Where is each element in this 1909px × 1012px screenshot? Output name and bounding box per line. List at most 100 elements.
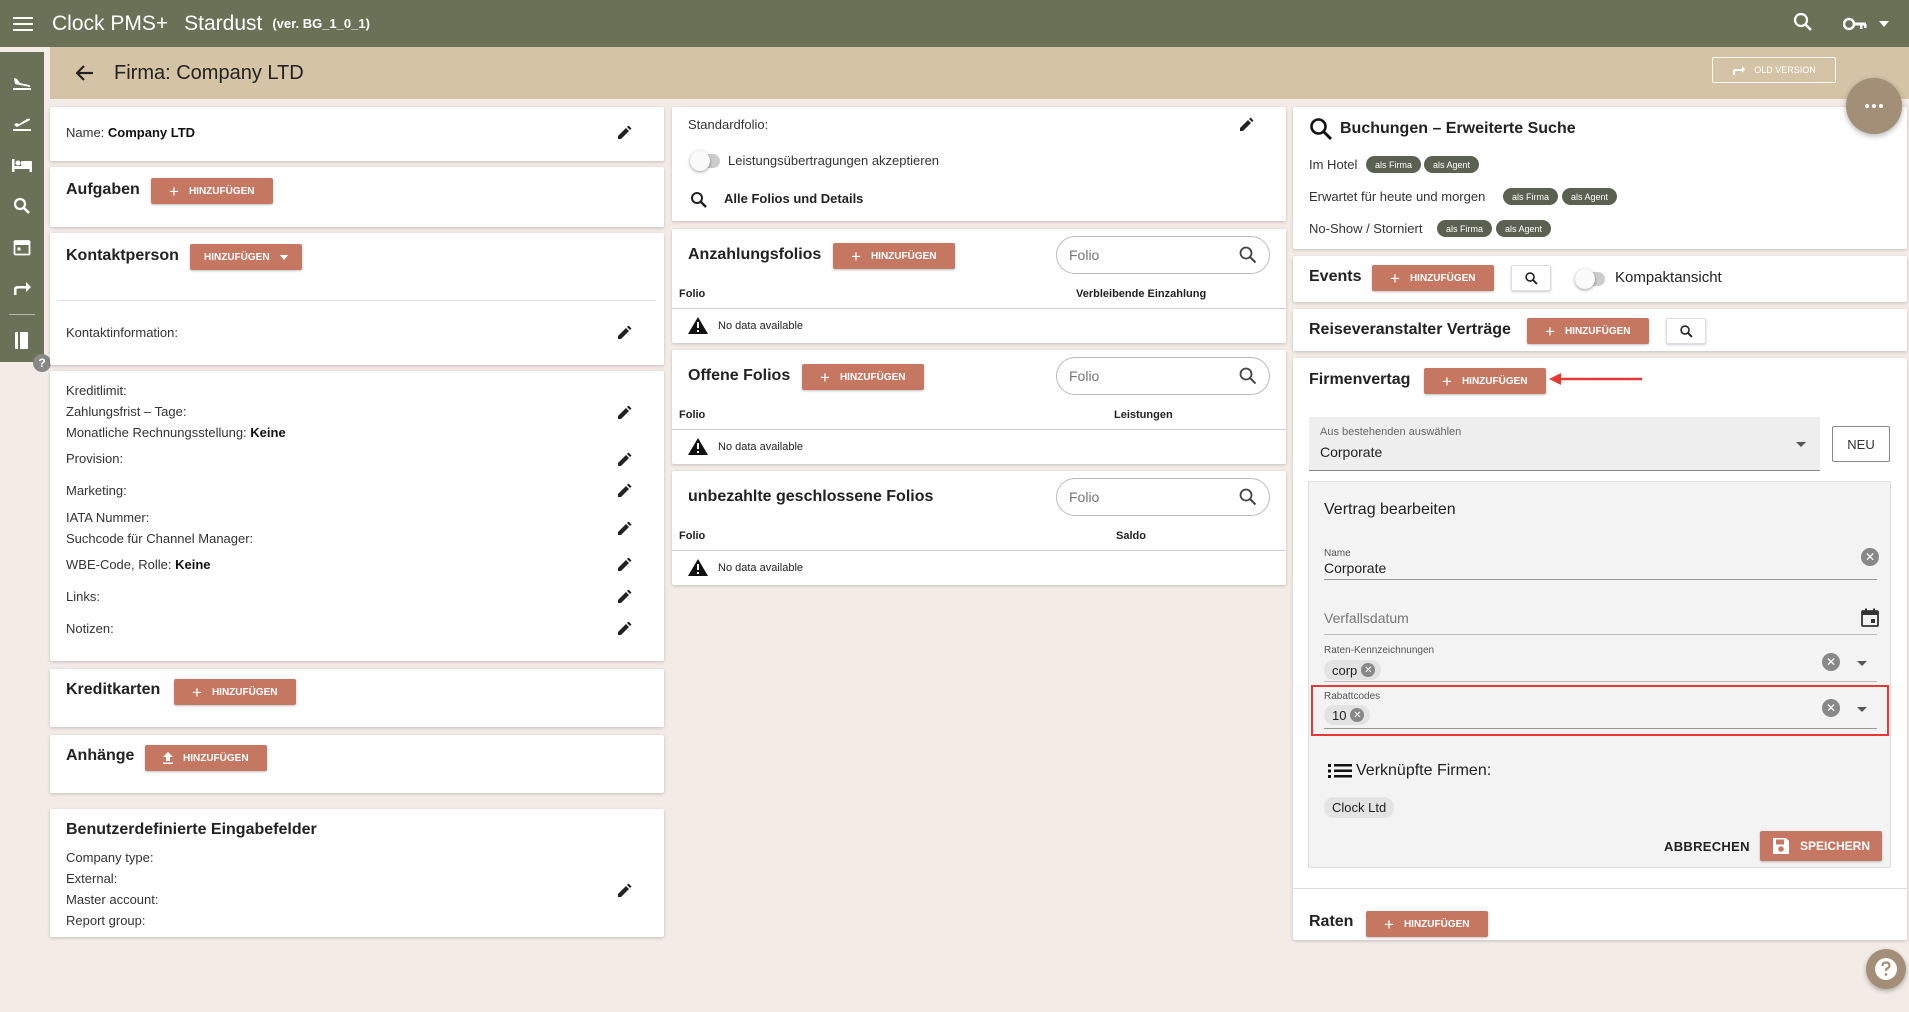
add-credit-card-button[interactable]: + HINZUFÜGEN [174, 679, 296, 705]
search-icon[interactable] [0, 185, 44, 226]
warning-icon [688, 317, 708, 334]
divider [672, 429, 1286, 430]
new-contract-button[interactable]: NEU [1832, 426, 1890, 462]
save-button[interactable]: SPEICHERN [1760, 831, 1883, 861]
discount-code-chip[interactable]: 10 ✕ [1324, 705, 1371, 725]
in-hotel-as-company-chip[interactable]: als Firma [1366, 156, 1422, 173]
edit-icon[interactable] [616, 589, 632, 605]
calendar-icon[interactable] [1861, 608, 1879, 627]
add-task-button[interactable]: + HINZUFÜGEN [151, 178, 273, 204]
list-icon [1328, 764, 1352, 778]
help-button[interactable] [1866, 949, 1906, 989]
search-icon[interactable] [1239, 488, 1257, 506]
linked-companies-title: Verknüpfte Firmen: [1356, 762, 1492, 779]
hamburger-menu-icon[interactable] [0, 0, 46, 47]
clear-icon[interactable]: ✕ [1822, 653, 1840, 671]
edit-icon[interactable] [616, 325, 632, 341]
accept-transfers-toggle[interactable] [690, 151, 720, 171]
page-title: Firma: Company LTD [114, 61, 304, 84]
expected-as-agent-chip[interactable]: als Agent [1562, 188, 1618, 205]
add-contact-button[interactable]: HINZUFÜGEN [190, 244, 302, 270]
remove-chip-icon[interactable]: ✕ [1350, 708, 1365, 722]
unpaid-folio-search-input[interactable] [1069, 489, 1229, 505]
add-deposit-folio-button[interactable]: + HINZUFÜGEN [833, 243, 955, 269]
attachments-title: Anhänge [66, 747, 135, 764]
compact-view-toggle[interactable] [1575, 269, 1605, 289]
remove-chip-icon[interactable]: ✕ [1361, 663, 1376, 677]
add-event-button[interactable]: + HINZUFÜGEN [1372, 265, 1494, 291]
rate-code-chip[interactable]: corp ✕ [1324, 660, 1382, 680]
expected-as-company-chip[interactable]: als Firma [1503, 188, 1559, 205]
open-folio-search[interactable] [1056, 357, 1270, 395]
help-icon[interactable]: ? [33, 354, 51, 372]
due-date-input[interactable]: Verfallsdatum [1324, 610, 1409, 626]
column-header-folio[interactable]: Folio [679, 288, 705, 300]
column-header-remaining[interactable]: Verbleibende Einzahlung [1076, 288, 1206, 300]
bed-icon[interactable] [0, 144, 44, 185]
standard-folio-label: Standardfolio: [688, 117, 769, 132]
field-underline [1324, 681, 1877, 682]
edit-icon[interactable] [616, 621, 632, 637]
linked-company-chip[interactable]: Clock Ltd [1324, 797, 1395, 818]
add-open-folio-button[interactable]: + HINZUFÜGEN [802, 364, 924, 390]
clear-icon[interactable]: ✕ [1822, 699, 1840, 717]
search-icon[interactable] [690, 191, 708, 209]
divider [58, 300, 656, 301]
search-icon[interactable] [1239, 246, 1257, 264]
forward-icon[interactable] [0, 267, 44, 308]
chevron-down-icon[interactable] [1879, 20, 1889, 27]
search-icon[interactable] [1793, 12, 1813, 35]
warning-icon [688, 559, 708, 576]
edit-icon[interactable] [616, 483, 632, 499]
deposit-folio-search-input[interactable] [1069, 247, 1229, 263]
no-data-row: No data available [688, 317, 803, 334]
column-header-balance[interactable]: Saldo [1116, 530, 1146, 542]
clear-icon[interactable]: ✕ [1861, 548, 1879, 566]
credit-limit-label: Kreditlimit: [66, 383, 127, 398]
arrivals-icon[interactable] [0, 62, 44, 103]
select-existing-contract[interactable]: Aus bestehenden auswählen Corporate [1309, 417, 1820, 471]
back-arrow-icon[interactable] [72, 60, 98, 86]
column-header-services[interactable]: Leistungen [1114, 409, 1173, 421]
edit-icon[interactable] [616, 521, 632, 537]
payment-term-label: Zahlungsfrist – Tage: [66, 404, 187, 419]
edit-icon[interactable] [616, 452, 632, 468]
edit-icon[interactable] [616, 883, 632, 899]
in-hotel-as-agent-chip[interactable]: als Agent [1424, 156, 1480, 173]
column-header-folio[interactable]: Folio [679, 530, 705, 542]
edit-icon[interactable] [616, 557, 632, 573]
deposit-folios-title: Anzahlungsfolios [688, 246, 822, 263]
events-card: Events + HINZUFÜGEN Kompaktansicht [1293, 256, 1907, 302]
departures-icon[interactable] [0, 103, 44, 144]
deposit-folio-search[interactable] [1056, 236, 1270, 274]
tour-search-button[interactable] [1666, 318, 1706, 344]
search-icon[interactable] [1239, 367, 1257, 385]
add-tour-contract-button[interactable]: + HINZUFÜGEN [1527, 318, 1649, 344]
more-actions-button[interactable] [1846, 78, 1902, 134]
caret-down-icon[interactable] [1857, 707, 1867, 712]
add-attachment-button[interactable]: HINZUFÜGEN [145, 745, 267, 771]
discount-codes-field[interactable]: Rabattcodes 10 ✕ ✕ [1311, 685, 1889, 736]
open-folio-search-input[interactable] [1069, 368, 1229, 384]
column-header-folio[interactable]: Folio [679, 409, 705, 421]
all-folios-link[interactable]: Alle Folios und Details [724, 191, 863, 206]
events-search-button[interactable] [1511, 265, 1551, 291]
edit-icon[interactable] [616, 125, 632, 141]
calendar-icon[interactable] [0, 226, 44, 267]
edit-icon[interactable] [616, 405, 632, 421]
iata-label: IATA Nummer: [66, 510, 150, 525]
add-rate-button[interactable]: + HINZUFÜGEN [1366, 911, 1488, 937]
name-field-input[interactable]: Corporate [1324, 560, 1386, 576]
caret-down-icon[interactable] [1857, 661, 1867, 666]
expected-today-label: Erwartet für heute und morgen [1309, 189, 1486, 204]
app-version: (ver. BG_1_0_1) [272, 16, 370, 31]
noshow-as-company-chip[interactable]: als Firma [1437, 220, 1493, 237]
old-version-button[interactable]: OLD VERSION [1712, 57, 1836, 83]
unpaid-folio-search[interactable] [1056, 478, 1270, 516]
key-icon[interactable] [1843, 17, 1889, 31]
add-company-contract-button[interactable]: + HINZUFÜGEN [1424, 368, 1546, 394]
cancel-button[interactable]: ABBRECHEN [1664, 839, 1750, 854]
custom-fields-title: Benutzerdefinierte Eingabefelder [66, 821, 317, 838]
noshow-as-agent-chip[interactable]: als Agent [1496, 220, 1552, 237]
edit-icon[interactable] [1238, 117, 1254, 133]
